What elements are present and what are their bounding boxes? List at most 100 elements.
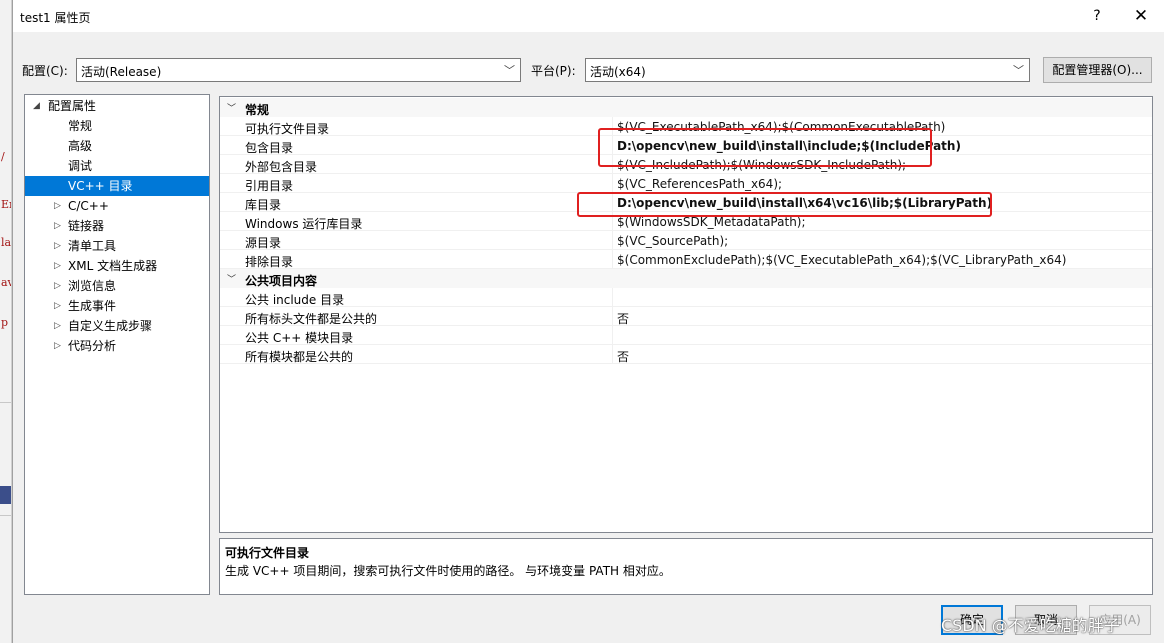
tree-item-label: 高级	[68, 139, 93, 153]
background-text-fragment: av	[1, 276, 11, 289]
grid-row-value[interactable]: $(VC_ReferencesPath_x64);	[617, 177, 782, 191]
platform-dropdown[interactable]: 活动(x64) ﹀	[585, 58, 1030, 82]
grid-row[interactable]: 所有模块都是公共的 否	[220, 345, 1152, 364]
grid-row-name: 源目录	[245, 236, 282, 250]
tree-item[interactable]: 调试	[25, 156, 209, 176]
background-divider	[0, 515, 11, 516]
config-label: 配置(C):	[22, 64, 68, 78]
help-button[interactable]: ?	[1075, 4, 1119, 28]
grid-row-name: 外部包含目录	[245, 160, 318, 174]
close-button[interactable]: ✕	[1119, 4, 1163, 28]
grid-row-name: 公共 include 目录	[245, 293, 345, 307]
description-title: 可执行文件目录	[225, 546, 310, 560]
platform-dropdown-value: 活动(x64)	[590, 65, 646, 79]
expand-triangle-icon[interactable]: ▷	[54, 336, 61, 356]
tree-item[interactable]: ▷ 代码分析	[25, 336, 209, 356]
tree-item[interactable]: ▷ 清单工具	[25, 236, 209, 256]
grid-column-divider	[612, 288, 613, 307]
property-tree[interactable]: ◢ 配置属性 常规高级调试 VC++ 目录 ▷ C/C++ ▷ 链接器 ▷ 清单工具 ▷ XML …	[24, 94, 210, 595]
title-bar[interactable]: test1 属性页 ? ✕	[13, 0, 1164, 32]
tree-item-label: 自定义生成步骤	[68, 319, 153, 333]
annotation-box-library	[577, 192, 992, 217]
grid-row-name: 公共 C++ 模块目录	[245, 331, 354, 345]
chevron-down-icon: ﹀	[504, 64, 515, 77]
grid-column-divider	[612, 326, 613, 345]
grid-row-name: 排除目录	[245, 255, 294, 269]
tree-item-label: 常规	[68, 119, 93, 133]
background-text-fragment: /	[1, 150, 5, 163]
grid-row[interactable]: 公共 C++ 模块目录	[220, 326, 1152, 345]
description-text: 生成 VC++ 项目期间，搜索可执行文件时使用的路径。 与环境变量 PATH 相…	[225, 564, 671, 578]
expand-triangle-icon[interactable]: ▷	[54, 196, 61, 216]
tree-item-label: 配置属性	[48, 99, 97, 113]
grid-row[interactable]: 引用目录 $(VC_ReferencesPath_x64);	[220, 174, 1152, 193]
collapse-chevron-icon[interactable]: ﹀	[227, 101, 236, 114]
tree-root-config-properties[interactable]: ◢ 配置属性	[25, 96, 209, 116]
grid-row-value[interactable]: $(WindowsSDK_MetadataPath);	[617, 215, 806, 229]
collapse-chevron-icon[interactable]: ﹀	[227, 272, 236, 285]
grid-row[interactable]: 公共 include 目录	[220, 288, 1152, 307]
grid-category[interactable]: ﹀ 公共项目内容	[220, 269, 1152, 288]
tree-item-label: C/C++	[68, 199, 109, 213]
grid-row-name: Windows 运行库目录	[245, 217, 363, 231]
tree-item[interactable]: 高级	[25, 136, 209, 156]
expand-triangle-icon[interactable]: ▷	[54, 256, 61, 276]
platform-label: 平台(P):	[531, 64, 576, 78]
grid-category[interactable]: ﹀ 常规	[220, 98, 1152, 117]
tree-item[interactable]: ▷ 链接器	[25, 216, 209, 236]
grid-row-name: 引用目录	[245, 179, 294, 193]
description-panel: 可执行文件目录 生成 VC++ 项目期间，搜索可执行文件时使用的路径。 与环境变…	[219, 538, 1153, 595]
grid-row[interactable]: 源目录 $(VC_SourcePath);	[220, 231, 1152, 250]
chevron-down-icon: ﹀	[1013, 64, 1024, 77]
background-text-fragment: En	[1, 198, 11, 211]
background-divider	[0, 402, 11, 403]
expand-triangle-icon[interactable]: ▷	[54, 276, 61, 296]
grid-column-divider	[612, 250, 613, 269]
grid-row[interactable]: 所有标头文件都是公共的 否	[220, 307, 1152, 326]
config-manager-button[interactable]: 配置管理器(O)...	[1043, 57, 1152, 83]
tree-item-label: 浏览信息	[68, 279, 117, 293]
annotation-box-include	[598, 128, 932, 167]
grid-row-name: 可执行文件目录	[245, 122, 330, 136]
grid-column-divider	[612, 231, 613, 250]
tree-item[interactable]: 常规	[25, 116, 209, 136]
expand-triangle-icon[interactable]: ▷	[54, 236, 61, 256]
config-dropdown[interactable]: 活动(Release) ﹀	[76, 58, 521, 82]
grid-column-divider	[612, 345, 613, 364]
grid-category-name: 常规	[245, 103, 270, 117]
grid-row-value[interactable]: $(VC_SourcePath);	[617, 234, 728, 248]
background-editor-strip: / En la av p	[0, 0, 12, 643]
expand-triangle-icon[interactable]: ▷	[54, 316, 61, 336]
tree-item[interactable]: ▷ 浏览信息	[25, 276, 209, 296]
tree-item[interactable]: VC++ 目录	[25, 176, 209, 196]
grid-row-value[interactable]: $(CommonExcludePath);$(VC_ExecutablePath…	[617, 253, 1066, 267]
tree-item[interactable]: ▷ XML 文档生成器	[25, 256, 209, 276]
tree-item-label: 调试	[68, 159, 93, 173]
grid-category-name: 公共项目内容	[245, 274, 318, 288]
grid-row-name: 所有标头文件都是公共的	[245, 312, 378, 326]
property-grid[interactable]: ﹀ 常规 可执行文件目录 $(VC_ExecutablePath_x64);$(Com…	[219, 96, 1153, 533]
grid-row[interactable]: 排除目录 $(CommonExcludePath);$(VC_Executable…	[220, 250, 1152, 269]
tree-item-label: 代码分析	[68, 339, 117, 353]
grid-column-divider	[612, 174, 613, 193]
tree-item[interactable]: ▷ 生成事件	[25, 296, 209, 316]
grid-row-value[interactable]: 否	[617, 348, 629, 365]
tree-item[interactable]: ▷ 自定义生成步骤	[25, 316, 209, 336]
grid-row-value[interactable]: 否	[617, 310, 629, 327]
grid-row-name: 库目录	[245, 198, 282, 212]
expand-triangle-icon[interactable]: ▷	[54, 216, 61, 236]
background-text-fragment: la	[1, 236, 12, 249]
tree-item[interactable]: ▷ C/C++	[25, 196, 209, 216]
tree-item-label: 生成事件	[68, 299, 117, 313]
expanded-triangle-icon[interactable]: ◢	[33, 96, 40, 116]
tree-item-label: VC++ 目录	[68, 179, 133, 193]
grid-column-divider	[612, 307, 613, 326]
expand-triangle-icon[interactable]: ▷	[54, 296, 61, 316]
watermark: CSDN @不爱吃糖的胖子	[941, 616, 1120, 635]
config-dropdown-value: 活动(Release)	[81, 65, 162, 79]
tree-item-label: 清单工具	[68, 239, 117, 253]
tree-item-label: 链接器	[68, 219, 105, 233]
background-band	[0, 486, 11, 504]
tree-item-label: XML 文档生成器	[68, 259, 158, 273]
window-title: test1 属性页	[20, 11, 91, 25]
